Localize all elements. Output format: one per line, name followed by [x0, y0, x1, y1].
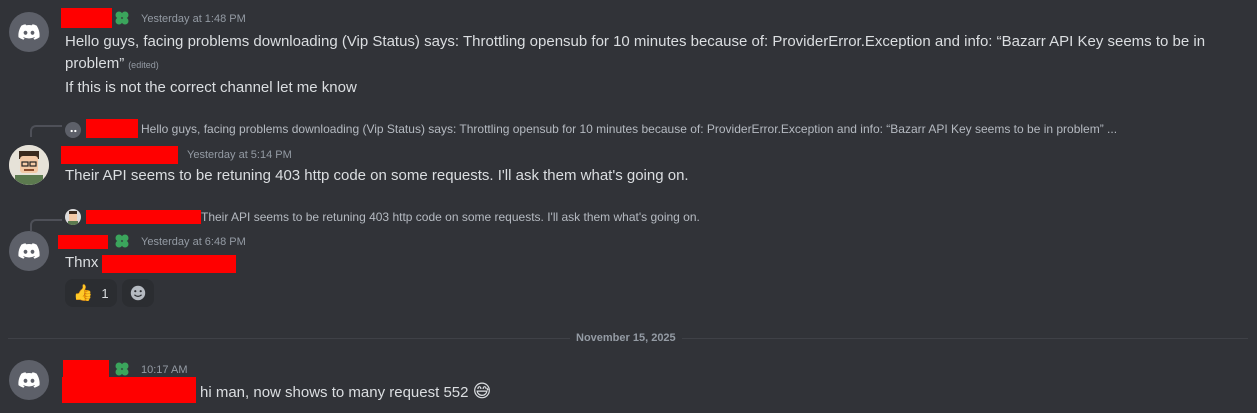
sweat-smile-emoji-icon: 😅	[472, 381, 492, 401]
reply-avatar	[65, 209, 81, 225]
user-avatar[interactable]	[9, 145, 49, 185]
clover-badge-icon	[115, 11, 129, 25]
message-text: Hello guys, facing problems downloading …	[65, 31, 1205, 53]
discord-logo-icon	[18, 372, 40, 388]
message-text: Thnx	[65, 254, 99, 271]
message-timestamp: Yesterday at 1:48 PM	[141, 13, 246, 25]
redacted-mention[interactable]	[102, 255, 236, 273]
redacted-username[interactable]	[61, 146, 178, 164]
reply-connector	[30, 125, 62, 137]
message-line: hi man, now shows to many request 552	[200, 384, 469, 401]
message-timestamp: Yesterday at 5:14 PM	[187, 149, 292, 161]
redacted-reply-username[interactable]	[86, 210, 201, 224]
message-text: hi man, now shows to many request 552 😅	[200, 380, 491, 404]
message-text: Their API seems to be retuning 403 http …	[65, 167, 689, 184]
message-text-continued: problem” (edited)	[65, 53, 159, 76]
clover-badge-icon	[115, 234, 129, 248]
redacted-username[interactable]	[61, 8, 112, 28]
user-avatar[interactable]	[9, 231, 49, 271]
add-reaction-icon	[130, 285, 146, 301]
reply-connector	[30, 219, 62, 231]
clover-badge-icon	[115, 362, 129, 376]
message-followup: If this is not the correct channel let m…	[65, 79, 357, 96]
message-timestamp: 10:17 AM	[141, 364, 188, 376]
user-avatar[interactable]	[9, 360, 49, 400]
cartoon-avatar-icon	[68, 211, 78, 225]
redacted-username[interactable]	[58, 235, 108, 249]
user-avatar[interactable]	[9, 12, 49, 52]
reply-preview[interactable]: Their API seems to be retuning 403 http …	[201, 210, 700, 224]
discord-logo-icon	[70, 129, 76, 132]
cartoon-avatar-icon	[9, 145, 49, 185]
reply-avatar	[65, 122, 81, 138]
message-timestamp: Yesterday at 6:48 PM	[141, 236, 246, 248]
reaction-thumbs-up[interactable]: 👍 1	[65, 279, 117, 307]
message-line: problem”	[65, 55, 125, 72]
date-divider-label: November 15, 2025	[570, 332, 682, 344]
thumbs-up-icon: 👍	[73, 285, 94, 302]
reaction-count: 1	[101, 285, 109, 301]
redacted-username[interactable]	[63, 360, 109, 378]
edited-label: (edited)	[128, 60, 159, 70]
redacted-mention[interactable]	[62, 377, 196, 403]
message-line: Hello guys, facing problems downloading …	[65, 33, 1206, 50]
discord-logo-icon	[18, 243, 40, 259]
redacted-reply-username[interactable]	[86, 119, 138, 138]
reply-preview[interactable]: Hello guys, facing problems downloading …	[141, 122, 1117, 136]
add-reaction-button[interactable]	[122, 279, 154, 307]
discord-logo-icon	[18, 24, 40, 40]
